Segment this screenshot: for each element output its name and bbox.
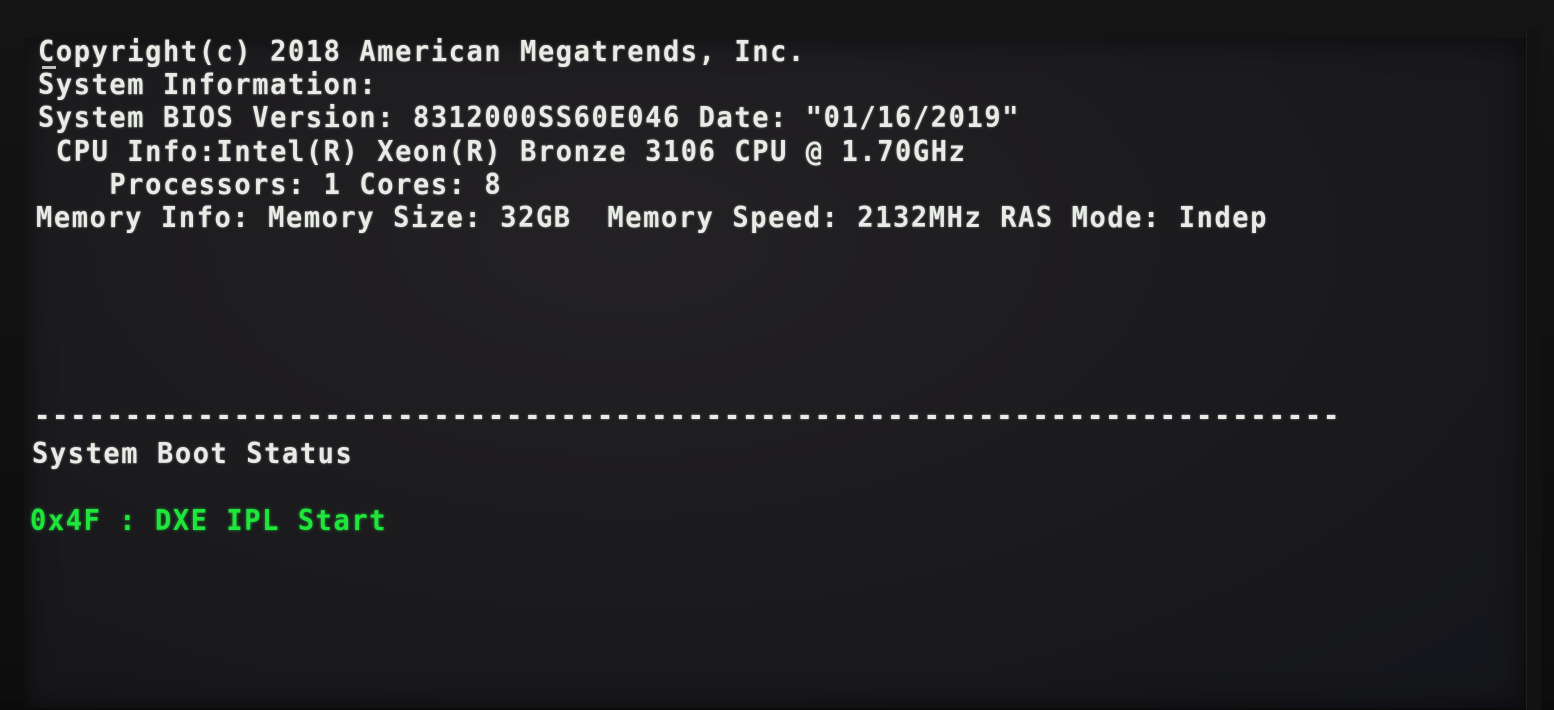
cpu-info-line: CPU Info:Intel(R) Xeon(R) Bronze 3106 CP… xyxy=(38,136,967,169)
copyright-line: Copyright(c) 2018 American Megatrends, I… xyxy=(38,36,806,69)
system-info-heading: System Information: xyxy=(38,69,378,102)
processors-line: Processors: 1 Cores: 8 xyxy=(38,169,503,202)
bios-version-line: System BIOS Version: 8312000SS60E046 Dat… xyxy=(38,102,1021,135)
monitor-bezel-right-edge xyxy=(1526,30,1541,710)
boot-status-code: 0x4F : DXE IPL Start xyxy=(30,505,388,538)
boot-status-heading: System Boot Status xyxy=(32,438,354,471)
separator-line: ----------------------------------------… xyxy=(34,400,1342,433)
memory-info-line: Memory Info: Memory Size: 32GB Memory Sp… xyxy=(36,202,1269,235)
